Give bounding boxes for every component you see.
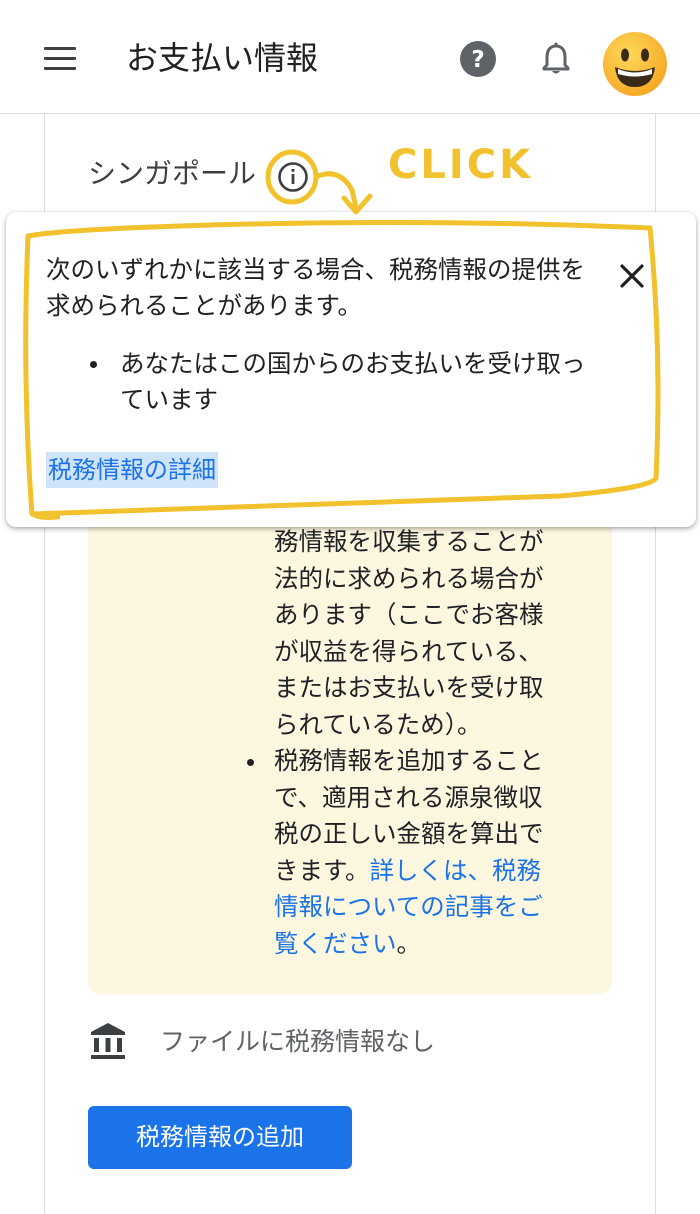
info-tooltip: 次のいずれかに該当する場合、税務情報の提供を求められることがあります。 あなたは… — [6, 212, 696, 527]
country-row: シンガポール — [88, 152, 256, 196]
notice-item: 税務情報を追加することで、適用される源泉徴収税の正しい金額を算出できます。詳しく… — [247, 743, 612, 962]
annotation-click-label: CLICK — [388, 142, 534, 188]
notifications-icon[interactable] — [536, 39, 576, 79]
page-title: お支払い情報 — [126, 39, 319, 77]
info-icon[interactable] — [276, 160, 310, 194]
svg-text:?: ? — [471, 47, 484, 73]
notice-item: 務情報を収集することが法的に求められる場合があります（ここでお客様が収益を得られ… — [274, 527, 544, 739]
country-label: シンガポール — [88, 157, 257, 190]
tooltip-list: あなたはこの国からのお支払いを受け取っています — [86, 346, 586, 418]
tooltip-list-item: あなたはこの国からのお支払いを受け取っています — [86, 346, 586, 418]
add-tax-info-button[interactable]: 税務情報の追加 — [88, 1106, 352, 1169]
tooltip-intro: 次のいずれかに該当する場合、税務情報の提供を求められることがあります。 — [46, 255, 585, 320]
tax-notice-box: 務情報を収集することが法的に求められる場合があります（ここでお客様が収益を得られ… — [88, 500, 612, 994]
menu-icon[interactable] — [40, 42, 80, 76]
notice-list: 務情報を収集することが法的に求められる場合があります（ここでお客様が収益を得られ… — [88, 524, 612, 962]
avatar[interactable] — [602, 31, 668, 97]
tax-file-status: ファイルに税務情報なし — [160, 1027, 436, 1056]
tax-details-link[interactable]: 税務情報の詳細 — [46, 452, 218, 488]
bank-icon — [88, 1020, 128, 1062]
app-bar: お支払い情報 ? — [0, 0, 700, 114]
close-icon[interactable] — [614, 258, 650, 294]
help-icon[interactable]: ? — [458, 39, 498, 79]
